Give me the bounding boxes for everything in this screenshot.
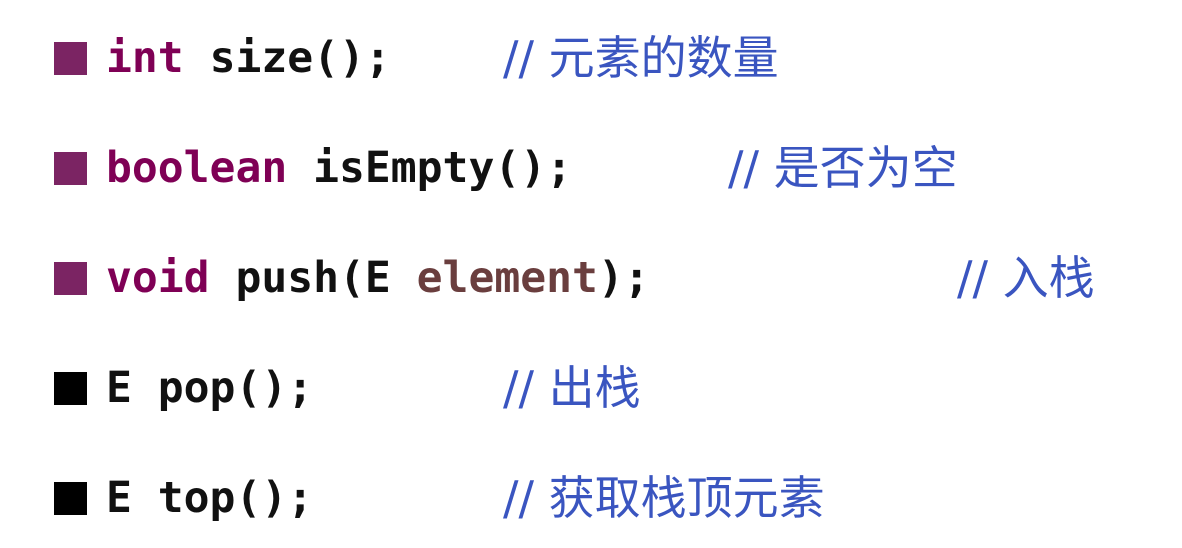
return-type-keyword: int [106,33,184,83]
bullet-square-icon [54,42,87,75]
method-comment: // 是否为空 [728,141,958,195]
method-comment: // 获取栈顶元素 [503,471,825,525]
method-line-isempty: boolean isEmpty(); // 是否为空 [0,132,1182,202]
method-close: ); [597,253,650,303]
method-line-push: void push(E element); // 入栈 [0,242,1182,312]
method-signature: int size(); [106,30,391,86]
method-name: isEmpty(); [313,143,572,193]
method-name: size(); [209,33,391,83]
method-signature: E top(); [106,470,313,526]
method-line-pop: E pop(); // 出栈 [0,352,1182,422]
method-line-size: int size(); // 元素的数量 [0,22,1182,92]
method-signature: void push(E element); [106,250,650,306]
return-type-keyword: boolean [106,143,288,193]
bullet-square-icon [54,372,87,405]
bullet-square-icon [54,152,87,185]
method-name: E pop(); [106,363,314,413]
method-name: push(E [235,253,417,303]
bullet-square-icon [54,482,87,515]
method-name: E top(); [106,473,314,523]
parameter-name: element [416,253,598,303]
method-signature: boolean isEmpty(); [106,140,572,196]
method-comment: // 元素的数量 [503,31,779,85]
method-comment: // 出栈 [503,361,641,415]
bullet-square-icon [54,262,87,295]
method-comment: // 入栈 [957,251,1095,305]
method-signature: E pop(); [106,360,313,416]
return-type-keyword: void [106,253,210,303]
method-line-top: E top(); // 获取栈顶元素 [0,462,1182,532]
